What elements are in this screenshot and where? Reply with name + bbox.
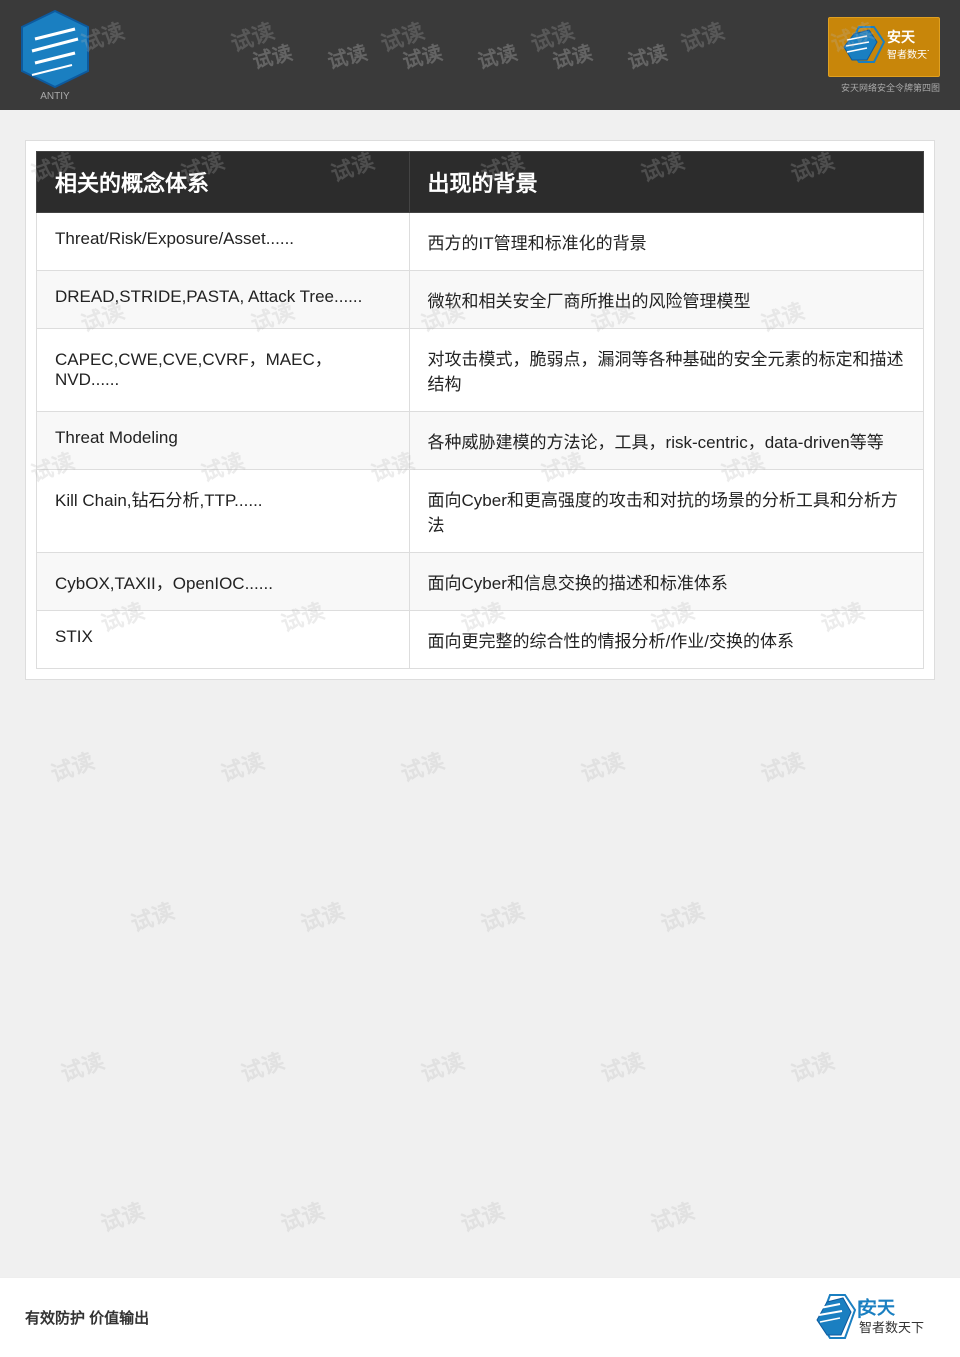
- svg-text:|: |: [857, 1298, 862, 1318]
- header-watermark-3: 试读: [398, 36, 444, 74]
- table-cell-left-1: DREAD,STRIDE,PASTA, Attack Tree......: [37, 271, 410, 329]
- logo-label: ANTIY: [40, 91, 69, 102]
- footer: 有效防护 价值输出 安天 智者数天下 |: [0, 1277, 960, 1357]
- table-row: CybOX,TAXII，OpenIOC...... 面向Cyber和信息交换的描…: [37, 553, 924, 611]
- watermark-38: 试读: [416, 1043, 468, 1088]
- table-cell-left-5: CybOX,TAXII，OpenIOC......: [37, 553, 410, 611]
- concept-table: 相关的概念体系 出现的背景 Threat/Risk/Exposure/Asset…: [36, 151, 924, 669]
- table-row: Kill Chain,钻石分析,TTP...... 面向Cyber和更高强度的攻…: [37, 470, 924, 553]
- table-cell-left-4: Kill Chain,钻石分析,TTP......: [37, 470, 410, 553]
- header-watermark-5: 试读: [548, 36, 594, 74]
- footer-right: 安天 智者数天下 |: [805, 1290, 935, 1345]
- watermark-37: 试读: [236, 1043, 288, 1088]
- table-cell-right-4: 面向Cyber和更高强度的攻击和对抗的场景的分析工具和分析方法: [409, 470, 923, 553]
- watermark-28: 试读: [216, 743, 268, 788]
- table-cell-left-3: Threat Modeling: [37, 412, 410, 470]
- header-right-brand: 安天 智者数天下 安天网络安全令牌第四图: [828, 17, 940, 94]
- table-cell-right-3: 各种威胁建模的方法论，工具，risk-centric，data-driven等等: [409, 412, 923, 470]
- header-tagline: 安天网络安全令牌第四图: [841, 81, 940, 94]
- table-cell-right-1: 微软和相关安全厂商所推出的风险管理模型: [409, 271, 923, 329]
- table-cell-left-6: STIX: [37, 611, 410, 669]
- table-cell-left-0: Threat/Risk/Exposure/Asset......: [37, 213, 410, 271]
- watermark-39: 试读: [596, 1043, 648, 1088]
- watermark-31: 试读: [756, 743, 808, 788]
- watermark-43: 试读: [456, 1193, 508, 1238]
- watermark-36: 试读: [56, 1043, 108, 1088]
- table-cell-right-0: 西方的IT管理和标准化的背景: [409, 213, 923, 271]
- table-row: STIX 面向更完整的综合性的情报分析/作业/交换的体系: [37, 611, 924, 669]
- table-cell-right-2: 对攻击模式，脆弱点，漏洞等各种基础的安全元素的标定和描述结构: [409, 329, 923, 412]
- table-cell-left-2: CAPEC,CWE,CVE,CVRF，MAEC，NVD......: [37, 329, 410, 412]
- watermark-40: 试读: [786, 1043, 838, 1088]
- header-watermark-4: 试读: [473, 36, 519, 74]
- footer-left-text: 有效防护 价值输出: [25, 1307, 149, 1328]
- antiy-logo: ANTIY: [20, 9, 90, 102]
- table-header-right: 出现的背景: [409, 152, 923, 213]
- table-header-left: 相关的概念体系: [37, 152, 410, 213]
- table-row: CAPEC,CWE,CVE,CVRF，MAEC，NVD...... 对攻击模式，…: [37, 329, 924, 412]
- watermark-27: 试读: [46, 743, 98, 788]
- watermark-32: 试读: [126, 893, 178, 938]
- svg-text:智者数天下: 智者数天下: [859, 1320, 924, 1335]
- header-watermark-6: 试读: [623, 36, 669, 74]
- watermark-34: 试读: [476, 893, 528, 938]
- table-row: DREAD,STRIDE,PASTA, Attack Tree...... 微软…: [37, 271, 924, 329]
- header-watermark-1: 试读: [248, 36, 294, 74]
- main-content: 相关的概念体系 出现的背景 Threat/Risk/Exposure/Asset…: [25, 140, 935, 680]
- watermark-29: 试读: [396, 743, 448, 788]
- watermark-30: 试读: [576, 743, 628, 788]
- header-watermark-2: 试读: [323, 36, 369, 74]
- table-cell-right-5: 面向Cyber和信息交换的描述和标准体系: [409, 553, 923, 611]
- watermark-41: 试读: [96, 1193, 148, 1238]
- table-cell-right-6: 面向更完整的综合性的情报分析/作业/交换的体系: [409, 611, 923, 669]
- table-row: Threat Modeling 各种威胁建模的方法论，工具，risk-centr…: [37, 412, 924, 470]
- watermark-35: 试读: [656, 893, 708, 938]
- svg-text:安天: 安天: [859, 1297, 896, 1318]
- svg-text:智者数天下: 智者数天下: [887, 48, 929, 61]
- svg-text:安天: 安天: [887, 29, 916, 45]
- watermark-33: 试读: [296, 893, 348, 938]
- watermark-44: 试读: [646, 1193, 698, 1238]
- table-row: Threat/Risk/Exposure/Asset...... 西方的IT管理…: [37, 213, 924, 271]
- watermark-42: 试读: [276, 1193, 328, 1238]
- header-bar: ANTIY 试读 试读 试读 试读 试读 试读 安天 智者数天下 安天网络安全令…: [0, 0, 960, 110]
